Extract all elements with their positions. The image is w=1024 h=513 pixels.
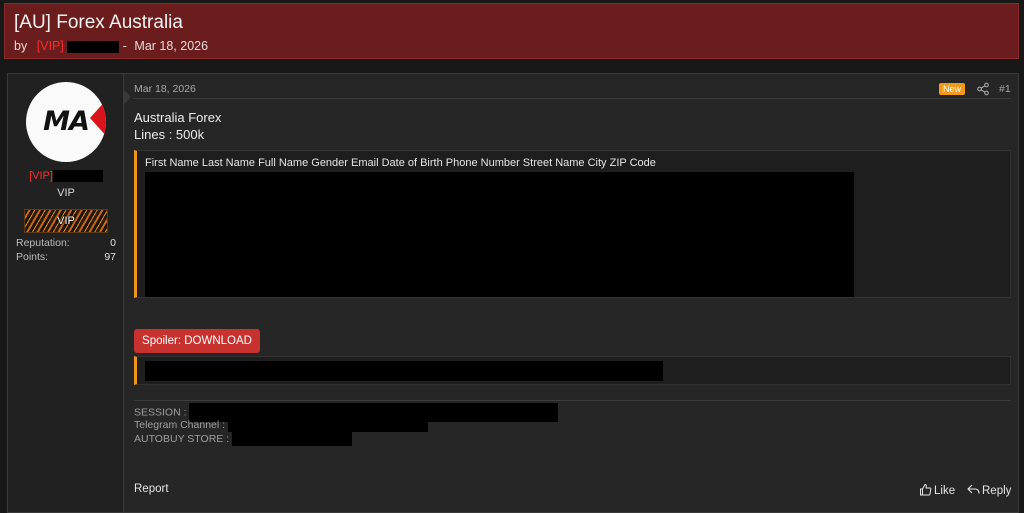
thread-title: [AU] Forex Australia	[14, 12, 183, 33]
post-line-2: Lines : 500k	[134, 127, 205, 142]
post-footer: Report Like Reply	[133, 477, 1011, 505]
avatar[interactable]: MA	[26, 82, 106, 162]
post-date[interactable]: Mar 18, 2026	[134, 83, 196, 95]
stat-label: Points:	[16, 251, 49, 263]
post: MA [VIP] VIP VIP Reputation: 0 Points: 9…	[7, 73, 1019, 513]
user-arrow	[124, 90, 131, 104]
author-name-redacted[interactable]	[67, 40, 120, 53]
author-vip-tag[interactable]: [VIP]	[37, 39, 64, 53]
thread-date[interactable]: Mar 18, 2026	[134, 39, 208, 53]
code-block: First Name Last Name Full Name Gender Em…	[134, 150, 1011, 298]
user-title: VIP	[57, 187, 75, 199]
report-link[interactable]: Report	[134, 483, 169, 495]
spoiler-redacted	[145, 361, 663, 381]
code-block-header: First Name Last Name Full Name Gender Em…	[145, 157, 656, 169]
stat-label: Reputation:	[16, 237, 70, 249]
username-redacted	[52, 170, 103, 183]
signature-autobuy: AUTOBUY STORE :	[134, 432, 353, 446]
user-banner: VIP	[24, 209, 108, 233]
thread-header: [AU] Forex Australia by [VIP] - Mar 18, …	[4, 3, 1019, 59]
stat-value: 0	[110, 237, 116, 249]
spoiler-content	[134, 356, 1011, 385]
reply-label: Reply	[982, 485, 1012, 497]
reply-icon	[967, 484, 980, 494]
like-button[interactable]: Like	[919, 483, 955, 497]
meta-separator: -	[122, 39, 127, 53]
stat-value: 97	[104, 251, 116, 263]
user-vip-tag: [VIP]	[29, 170, 53, 182]
sig-label: AUTOBUY STORE :	[134, 432, 230, 445]
like-label: Like	[934, 485, 956, 497]
sig-redacted[interactable]	[232, 432, 353, 446]
post-header: Mar 18, 2026 New #1	[133, 82, 1011, 99]
signature-telegram: Telegram Channel :	[134, 418, 428, 432]
share-icon[interactable]	[976, 82, 990, 96]
stat-points: Points: 97	[16, 251, 116, 263]
post-line-1: Australia Forex	[134, 110, 222, 125]
user-column: MA [VIP] VIP VIP Reputation: 0 Points: 9…	[8, 74, 124, 512]
avatar-logo-text: MA	[43, 106, 90, 137]
sig-label: Telegram Channel :	[134, 418, 226, 431]
by-label: by	[14, 39, 28, 53]
new-badge: New	[939, 83, 966, 95]
signature-divider	[134, 400, 1011, 401]
stat-reputation: Reputation: 0	[16, 237, 116, 249]
username[interactable]: [VIP]	[8, 170, 124, 183]
code-block-redacted	[145, 172, 854, 297]
thread-meta: by [VIP] - Mar 18, 2026	[14, 39, 208, 53]
sig-label: SESSION :	[134, 406, 187, 419]
post-number-link[interactable]: #1	[999, 83, 1011, 95]
reply-button[interactable]: Reply	[967, 483, 1011, 497]
sig-redacted[interactable]	[227, 418, 428, 432]
thumbs-up-icon	[920, 483, 932, 496]
spoiler-button[interactable]: Spoiler: DOWNLOAD	[134, 329, 260, 353]
